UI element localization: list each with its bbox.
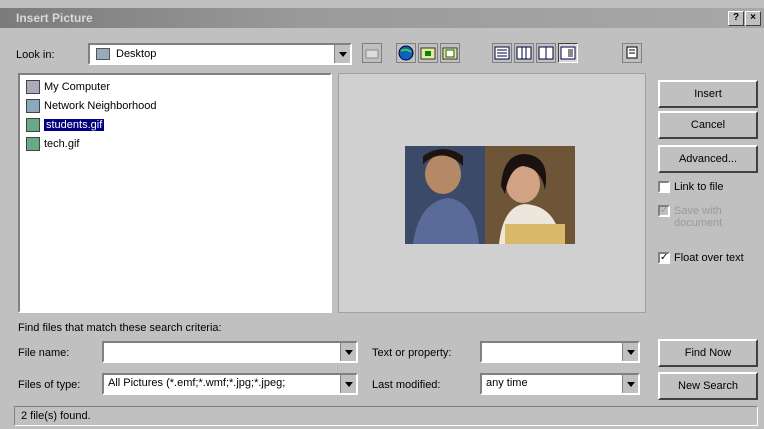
computer-icon	[26, 79, 40, 94]
list-item-label: Network Neighborhood	[44, 99, 157, 112]
desktop-icon	[96, 48, 110, 60]
properties-icon	[538, 46, 554, 60]
files-of-type-value: All Pictures (*.emf;*.wmf;*.jpg;*.jpeg;	[108, 377, 286, 389]
file-name-field[interactable]	[102, 341, 358, 363]
look-in-favorites-button[interactable]	[418, 43, 438, 63]
title-bar: Insert Picture ? ×	[0, 8, 764, 28]
preview-icon	[560, 46, 576, 60]
preview-image	[405, 146, 575, 244]
advanced-button[interactable]: Advanced...	[658, 145, 758, 173]
list-icon	[494, 46, 510, 60]
files-of-type-dropdown[interactable]: All Pictures (*.emf;*.wmf;*.jpg;*.jpeg;	[102, 373, 358, 395]
properties-view-button[interactable]	[536, 43, 556, 63]
float-over-text-label: Float over text	[674, 252, 744, 264]
status-bar: 2 file(s) found.	[14, 406, 758, 426]
image-file-icon	[26, 117, 40, 132]
list-item-label: My Computer	[44, 80, 111, 93]
save-with-document-label: Save with document	[674, 205, 723, 229]
add-to-favorites-button[interactable]	[440, 43, 460, 63]
list-view-button[interactable]	[492, 43, 512, 63]
globe-icon	[398, 45, 414, 61]
list-item[interactable]: Network Neighborhood	[26, 97, 157, 114]
commands-settings-button[interactable]	[622, 43, 642, 63]
search-criteria-label: Find files that match these search crite…	[18, 322, 222, 334]
cancel-button[interactable]: Cancel	[658, 111, 758, 139]
new-search-button[interactable]: New Search	[658, 372, 758, 400]
save-with-document-checkbox: ✓ Save with document	[658, 205, 762, 229]
file-name-label: File name:	[18, 347, 70, 359]
find-now-button[interactable]: Find Now	[658, 339, 758, 367]
float-over-text-checkbox[interactable]: ✓ Float over text	[658, 252, 744, 264]
network-icon	[26, 98, 40, 113]
text-property-field[interactable]	[480, 341, 640, 363]
commands-icon	[626, 46, 638, 59]
text-property-label: Text or property:	[372, 347, 452, 359]
checkmark-icon[interactable]: ✓	[658, 252, 670, 264]
chevron-down-icon[interactable]	[340, 375, 356, 393]
add-favorite-icon	[442, 47, 458, 60]
checkmark-icon: ✓	[658, 205, 670, 217]
insert-button[interactable]: Insert	[658, 80, 758, 108]
look-in-dropdown[interactable]: Desktop	[88, 43, 352, 65]
list-item[interactable]: My Computer	[26, 78, 110, 95]
link-to-file-checkbox[interactable]: Link to file	[658, 181, 724, 193]
look-in-label: Look in:	[16, 49, 55, 61]
help-button[interactable]: ?	[728, 11, 744, 26]
chevron-down-icon[interactable]	[622, 375, 638, 393]
list-item[interactable]: students.gif	[26, 116, 106, 133]
dialog-title: Insert Picture	[16, 11, 93, 25]
list-item-label: tech.gif	[44, 137, 80, 150]
chevron-down-icon[interactable]	[334, 45, 350, 63]
search-web-button[interactable]	[396, 43, 416, 63]
folder-up-icon	[365, 49, 379, 59]
chevron-down-icon[interactable]	[622, 343, 638, 361]
close-button[interactable]: ×	[745, 11, 761, 26]
last-modified-label: Last modified:	[372, 379, 441, 391]
checkbox-box[interactable]	[658, 181, 670, 193]
details-view-button[interactable]	[514, 43, 534, 63]
chevron-down-icon[interactable]	[340, 343, 356, 361]
link-to-file-label: Link to file	[674, 181, 724, 193]
preview-pane	[338, 73, 646, 313]
files-of-type-label: Files of type:	[18, 379, 81, 391]
favorites-folder-icon	[420, 47, 436, 60]
details-icon	[516, 46, 532, 60]
image-file-icon	[26, 136, 40, 151]
insert-picture-dialog: Insert Picture ? × Look in: Desktop My C…	[0, 0, 764, 429]
status-text: 2 file(s) found.	[21, 410, 91, 422]
look-in-value: Desktop	[116, 48, 157, 60]
list-item[interactable]: tech.gif	[26, 135, 79, 152]
list-item-label: students.gif	[42, 117, 106, 132]
last-modified-dropdown[interactable]: any time	[480, 373, 640, 395]
preview-view-button[interactable]	[558, 43, 578, 63]
up-one-level-button[interactable]	[362, 43, 382, 63]
file-list[interactable]: My Computer Network Neighborhood student…	[18, 73, 332, 313]
last-modified-value: any time	[486, 377, 528, 389]
